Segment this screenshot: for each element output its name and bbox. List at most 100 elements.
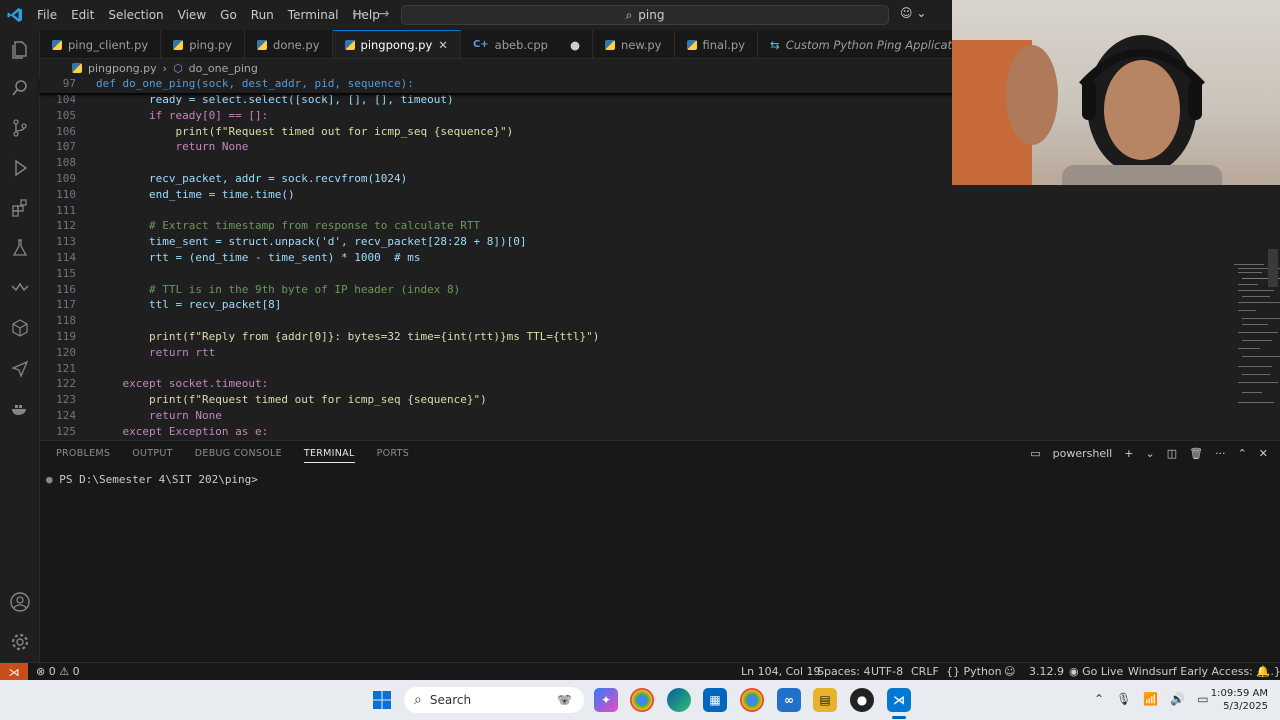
menu-view[interactable]: View [171,0,213,30]
volume-icon[interactable]: 🔊 [1170,692,1185,706]
tab-final[interactable]: final.py [675,30,759,58]
source-control-icon[interactable] [0,110,40,146]
remote-indicator-icon[interactable]: ⋊ [0,663,28,681]
code-line[interactable]: 109 recv_packet, addr = sock.recvfrom(10… [40,172,407,188]
menu-terminal[interactable]: Terminal [281,0,346,30]
notifications-bell-icon[interactable]: 🔔 [1256,665,1270,678]
code-line[interactable]: 121 [40,362,96,378]
code-line[interactable]: 107 return None [40,140,248,156]
chrome-profile-icon[interactable] [740,688,764,712]
copilot-status-icon[interactable]: ☺ [1004,665,1015,678]
tab-ports[interactable]: PORTS [377,448,409,463]
python-version[interactable]: 3.12.9 [1029,665,1064,678]
menu-selection[interactable]: Selection [101,0,170,30]
docker-icon[interactable] [0,390,40,426]
store-icon[interactable]: ▦ [703,688,727,712]
taskbar-search[interactable]: ⌕ Search 🐨 [404,687,584,713]
menu-run[interactable]: Run [244,0,281,30]
line-ending[interactable]: CRLF [911,665,939,678]
send-icon[interactable] [0,350,40,386]
account-icon[interactable] [0,584,40,620]
problems-indicator[interactable]: ⊗ 0 ⚠ 0 [36,665,80,678]
tab-terminal[interactable]: TERMINAL [303,448,355,463]
clock[interactable]: 1:09:59 AM 5/3/2025 [1211,687,1268,713]
vscode-taskbar-icon[interactable]: ⋊ [887,688,911,712]
code-line[interactable]: 115 [40,267,96,283]
chevron-down-icon[interactable]: ⌄ [1145,447,1154,460]
tab-new[interactable]: new.py [593,30,675,58]
explorer-icon[interactable] [0,32,40,68]
testing-icon[interactable] [0,230,40,266]
visual-studio-icon[interactable]: ∞ [777,688,801,712]
copilot-app-icon[interactable]: ✦ [594,688,618,712]
code-line[interactable]: 112 # Extract timestamp from response to… [40,219,480,235]
code-line[interactable]: 123 print(f"Request timed out for icmp_s… [40,393,487,409]
encoding[interactable]: UTF-8 [871,665,903,678]
remote-explorer-icon[interactable] [0,270,40,306]
menu-go[interactable]: Go [213,0,244,30]
copilot-icon[interactable]: ☺ ⌄ [900,6,926,20]
code-line[interactable]: 104 ready = select.select([sock], [], []… [40,93,454,109]
chevron-up-icon[interactable]: ⌃ [1094,692,1104,706]
extensions-icon[interactable] [0,190,40,226]
code-line[interactable]: 114 rtt = (end_time - time_sent) * 1000 … [40,251,420,267]
code-text: return rtt [96,345,216,359]
code-line[interactable]: 118 [40,314,96,330]
code-line[interactable]: 116 # TTL is in the 9th byte of IP heade… [40,283,460,299]
terminal-output[interactable]: ● PS D:\Semester 4\SIT 202\ping> [46,473,258,486]
code-line[interactable]: 108 [40,156,96,172]
close-panel-icon[interactable]: ✕ [1259,447,1268,460]
windows-start-icon[interactable] [370,688,394,712]
tab-output[interactable]: OUTPUT [132,448,173,463]
edge-icon[interactable] [667,688,691,712]
code-line[interactable]: 117 ttl = recv_packet[8] [40,298,281,314]
trash-icon[interactable]: 🗑 [1189,447,1203,460]
settings-gear-icon[interactable] [0,624,40,660]
tab-debug-console[interactable]: DEBUG CONSOLE [195,448,282,463]
battery-icon[interactable]: ▭ [1197,692,1208,706]
cursor-position[interactable]: Ln 104, Col 19 [741,665,821,678]
tab-done[interactable]: done.py [245,30,333,58]
code-line[interactable]: 122 except socket.timeout: [40,377,268,393]
command-center-search[interactable]: ⌕ ping [401,5,889,25]
code-line[interactable]: 111 [40,204,96,220]
code-line[interactable]: 125 except Exception as e: [40,425,268,441]
wifi-icon[interactable]: 📶 [1143,692,1158,706]
tab-preview[interactable]: ⇆Custom Python Ping Application.c [758,30,952,58]
breadcrumb-symbol[interactable]: do_one_ping [189,62,258,75]
file-explorer-icon[interactable]: ▤ [813,688,837,712]
code-line[interactable]: 110 end_time = time.time() [40,188,295,204]
chrome-icon[interactable] [630,688,654,712]
language-mode[interactable]: {} Python [946,665,1002,678]
tab-abeb[interactable]: C+ abeb.cpp ● [461,30,594,58]
tab-ping-client[interactable]: ping_client.py [40,30,162,58]
shell-name[interactable]: powershell [1053,447,1113,460]
code-line[interactable]: 105 if ready[0] == []: [40,109,268,125]
indentation[interactable]: Spaces: 4 [817,665,870,678]
run-debug-icon[interactable] [0,150,40,186]
search-sidebar-icon[interactable] [0,70,40,106]
breadcrumb-file[interactable]: pingpong.py [88,62,157,75]
go-live-button[interactable]: ◉ Go Live [1069,665,1123,678]
scrollbar-thumb[interactable] [1268,249,1278,287]
code-line[interactable]: 113 time_sent = struct.unpack('d', recv_… [40,235,526,251]
code-line[interactable]: 119 print(f"Reply from {addr[0]}: bytes=… [40,330,599,346]
code-line[interactable]: 120 return rtt [40,346,215,362]
more-actions-icon[interactable]: ··· [1215,447,1226,460]
split-terminal-icon[interactable]: ◫ [1167,447,1177,460]
tab-problems[interactable]: PROBLEMS [56,448,110,463]
add-terminal-icon[interactable]: + [1124,447,1133,460]
tab-ping[interactable]: ping.py [161,30,246,58]
back-arrow-icon[interactable]: ← [352,6,364,22]
tab-pingpong[interactable]: pingpong.py ✕ [332,30,461,58]
microphone-icon[interactable]: 🎙 [1116,692,1131,706]
close-tab-icon[interactable]: ✕ [438,38,448,52]
maximize-panel-icon[interactable]: ⌃ [1238,447,1247,460]
hexagon-extension-icon[interactable] [0,310,40,346]
menu-edit[interactable]: Edit [64,0,101,30]
forward-arrow-icon[interactable]: → [378,6,390,22]
github-desktop-icon[interactable]: ● [850,688,874,712]
code-line[interactable]: 124 return None [40,409,222,425]
code-line[interactable]: 106 print(f"Request timed out for icmp_s… [40,125,513,141]
menu-file[interactable]: File [30,0,64,30]
